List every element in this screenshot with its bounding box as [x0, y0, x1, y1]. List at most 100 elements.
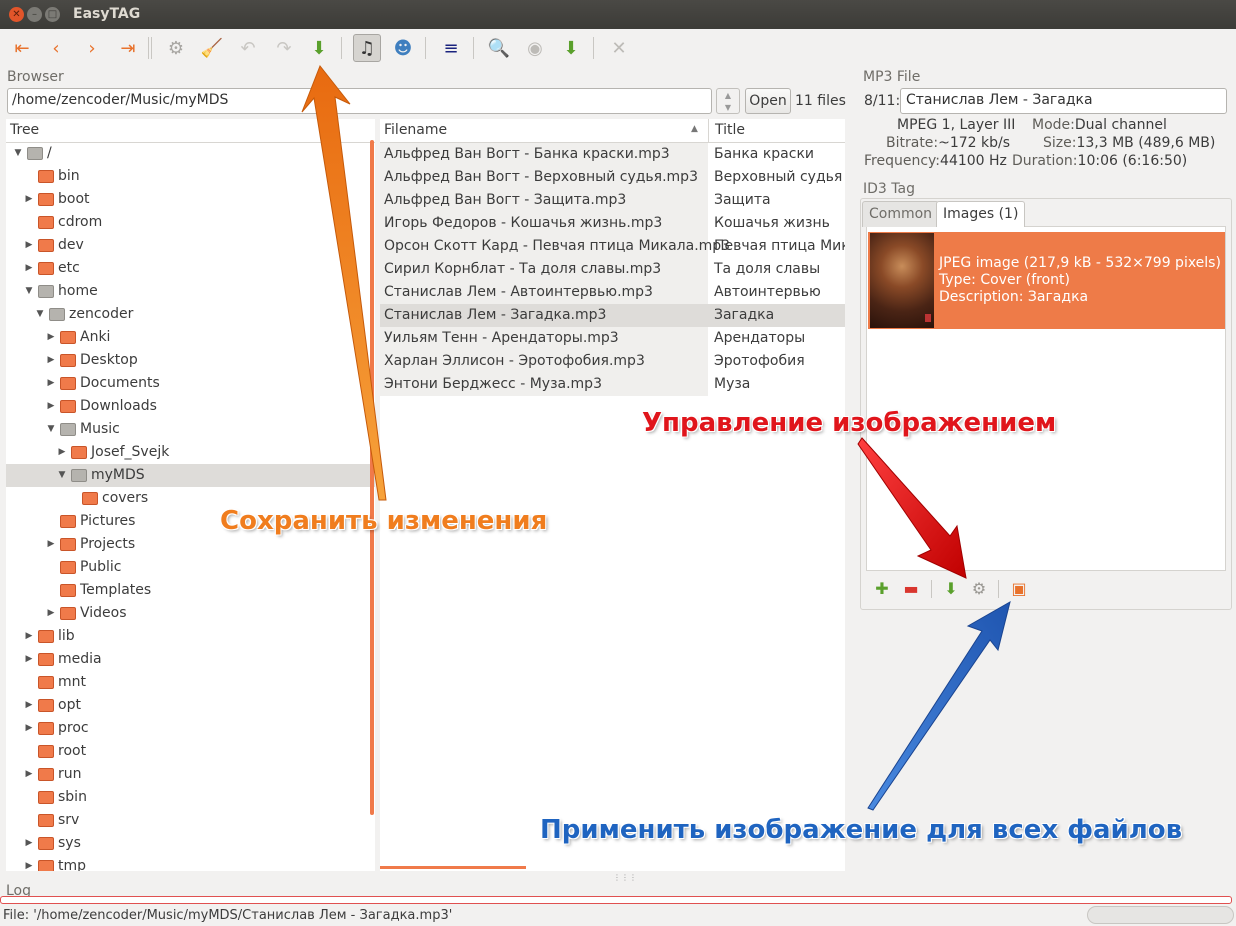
collapsed-arrow-icon[interactable]: ▶: [45, 602, 57, 625]
tree-item[interactable]: ▼ Music: [6, 418, 375, 441]
last-file-button[interactable]: ⇥: [114, 34, 142, 62]
file-row[interactable]: Сирил Корнблат - Та доля славы.mp3 Та дол…: [380, 258, 845, 281]
collapsed-arrow-icon[interactable]: ▶: [23, 717, 35, 740]
collapsed-arrow-icon[interactable]: ▶: [45, 395, 57, 418]
save-button[interactable]: ⬇: [305, 34, 333, 62]
playlist-button[interactable]: ⬇: [557, 34, 585, 62]
remove-image-button[interactable]: ▬: [902, 580, 920, 598]
search-button[interactable]: 🔍: [485, 34, 513, 62]
file-row[interactable]: Харлан Эллисон - Эротофобия.mp3 Эротофоби…: [380, 350, 845, 373]
title-column-header[interactable]: Title: [715, 122, 745, 138]
size-value: 13,3 MB (489,6 MB): [1076, 135, 1216, 151]
cddb-button[interactable]: ◉: [521, 34, 549, 62]
collapsed-arrow-icon[interactable]: ▶: [23, 234, 35, 257]
undo-button[interactable]: ↶: [234, 34, 262, 62]
tree-item[interactable]: ▶ Josef_Svejk: [6, 441, 375, 464]
path-input[interactable]: /home/zencoder/Music/myMDS: [7, 88, 712, 114]
tree-item[interactable]: srv: [6, 809, 375, 832]
tree-item[interactable]: bin: [6, 165, 375, 188]
window-maximize-button[interactable]: □: [45, 7, 60, 22]
file-row[interactable]: Станислав Лем - Загадка.mp3 Загадка: [380, 304, 845, 327]
stop-button[interactable]: ✕: [605, 34, 633, 62]
filename-column-header[interactable]: Filename: [384, 122, 447, 138]
collapsed-arrow-icon[interactable]: ▶: [45, 349, 57, 372]
tree-item[interactable]: Templates: [6, 579, 375, 602]
file-row[interactable]: Орсон Скотт Кард - Певчая птица Микала.m…: [380, 235, 845, 258]
apply-image-all-button[interactable]: ▣: [1010, 580, 1028, 598]
file-row[interactable]: Энтони Берджесс - Муза.mp3 Муза: [380, 373, 845, 396]
tree-item[interactable]: ▼ zencoder: [6, 303, 375, 326]
expanded-arrow-icon[interactable]: ▼: [23, 280, 35, 303]
tree-item[interactable]: ▶ sys: [6, 832, 375, 855]
image-list-item[interactable]: JPEG image (217,9 kB - 532×799 pixels) T…: [868, 232, 1225, 329]
collapsed-arrow-icon[interactable]: ▶: [23, 832, 35, 855]
browser-view-button[interactable]: ♫: [353, 34, 381, 62]
scan-files-button[interactable]: ⚙: [162, 34, 190, 62]
tree-scrollbar[interactable]: [370, 140, 374, 815]
add-image-button[interactable]: ✚: [873, 580, 891, 598]
file-row[interactable]: Игорь Федоров - Кошачья жизнь.mp3 Кошачья…: [380, 212, 845, 235]
next-file-button[interactable]: ›: [78, 34, 106, 62]
tree-item[interactable]: root: [6, 740, 375, 763]
tree-item[interactable]: ▶ dev: [6, 234, 375, 257]
collapsed-arrow-icon[interactable]: ▶: [45, 372, 57, 395]
track-title-field[interactable]: Станислав Лем - Загадка: [900, 88, 1227, 114]
open-button[interactable]: Open: [745, 88, 791, 114]
tree-item[interactable]: ▶ opt: [6, 694, 375, 717]
tree-item[interactable]: ▼ myMDS: [6, 464, 375, 487]
artist-album-view-button[interactable]: ☻: [389, 34, 417, 62]
tree-item[interactable]: ▶ run: [6, 763, 375, 786]
pane-grip-icon[interactable]: ⋮⋮⋮: [613, 873, 637, 882]
clear-button[interactable]: 🧹: [198, 34, 226, 62]
tree-item[interactable]: ▶ Projects: [6, 533, 375, 556]
expanded-arrow-icon[interactable]: ▼: [34, 303, 46, 326]
collapsed-arrow-icon[interactable]: ▶: [23, 257, 35, 280]
collapsed-arrow-icon[interactable]: ▶: [23, 188, 35, 211]
collapsed-arrow-icon[interactable]: ▶: [23, 625, 35, 648]
expanded-arrow-icon[interactable]: ▼: [56, 464, 68, 487]
collapsed-arrow-icon[interactable]: ▶: [23, 855, 35, 871]
tree-item[interactable]: ▶ Downloads: [6, 395, 375, 418]
tree-item[interactable]: mnt: [6, 671, 375, 694]
redo-button[interactable]: ↷: [270, 34, 298, 62]
collapsed-arrow-icon[interactable]: ▶: [45, 326, 57, 349]
file-row[interactable]: Уильям Тенн - Арендаторы.mp3 Арендаторы: [380, 327, 845, 350]
tree-item[interactable]: ▶ media: [6, 648, 375, 671]
collapsed-arrow-icon[interactable]: ▶: [23, 648, 35, 671]
file-list-scrollbar[interactable]: [380, 866, 526, 869]
tree-item[interactable]: ▶ etc: [6, 257, 375, 280]
expanded-arrow-icon[interactable]: ▼: [45, 418, 57, 441]
path-history-dropdown[interactable]: ▲ ▼: [716, 88, 740, 114]
list-view-button[interactable]: ≡: [437, 34, 465, 62]
file-row[interactable]: Альфред Ван Вогт - Верховный судья.mp3 Ве…: [380, 166, 845, 189]
collapsed-arrow-icon[interactable]: ▶: [23, 763, 35, 786]
tree-item[interactable]: ▶ Anki: [6, 326, 375, 349]
collapsed-arrow-icon[interactable]: ▶: [23, 694, 35, 717]
image-properties-button[interactable]: ⚙: [970, 580, 988, 598]
tree-item[interactable]: Public: [6, 556, 375, 579]
tree-item[interactable]: ▶ tmp: [6, 855, 375, 871]
file-row[interactable]: Станислав Лем - Автоинтервью.mp3 Автоинте…: [380, 281, 845, 304]
collapsed-arrow-icon[interactable]: ▶: [45, 533, 57, 556]
tree-item[interactable]: ▶ Desktop: [6, 349, 375, 372]
tree-item[interactable]: ▼ /: [6, 142, 375, 165]
save-image-button[interactable]: ⬇: [942, 580, 960, 598]
tab-common[interactable]: Common: [862, 201, 940, 227]
tree-item[interactable]: ▶ lib: [6, 625, 375, 648]
tree-item[interactable]: ▶ boot: [6, 188, 375, 211]
window-close-button[interactable]: ✕: [9, 7, 24, 22]
expanded-arrow-icon[interactable]: ▼: [12, 142, 24, 165]
prev-file-button[interactable]: ‹: [42, 34, 70, 62]
tree-item[interactable]: ▶ Videos: [6, 602, 375, 625]
tab-images[interactable]: Images (1): [936, 201, 1026, 227]
tree-item[interactable]: ▼ home: [6, 280, 375, 303]
tree-item[interactable]: cdrom: [6, 211, 375, 234]
file-row[interactable]: Альфред Ван Вогт - Банка краски.mp3 Банка…: [380, 143, 845, 166]
collapsed-arrow-icon[interactable]: ▶: [56, 441, 68, 464]
tree-item[interactable]: ▶ proc: [6, 717, 375, 740]
file-row[interactable]: Альфред Ван Вогт - Защита.mp3 Защита: [380, 189, 845, 212]
window-minimize-button[interactable]: –: [27, 7, 42, 22]
first-file-button[interactable]: ⇤: [8, 34, 36, 62]
tree-item[interactable]: ▶ Documents: [6, 372, 375, 395]
tree-item[interactable]: sbin: [6, 786, 375, 809]
